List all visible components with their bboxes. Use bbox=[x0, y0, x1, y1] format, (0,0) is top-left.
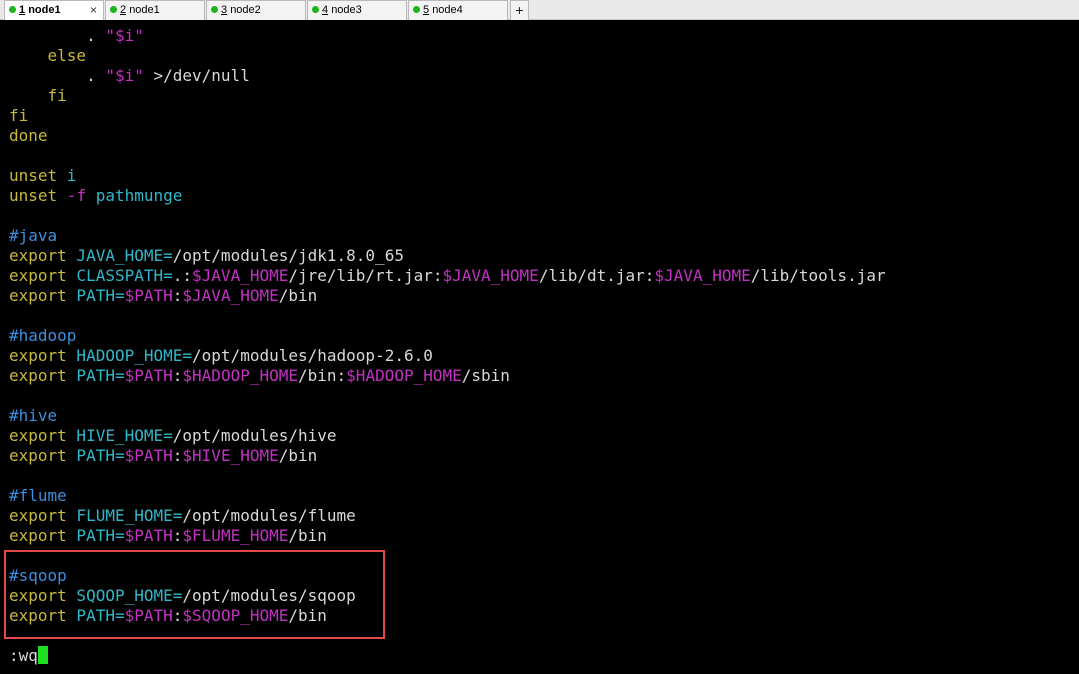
vim-command-line[interactable]: :wq bbox=[9, 646, 48, 666]
code-line: done bbox=[9, 126, 48, 145]
tab-label: 1 node1 bbox=[19, 4, 61, 16]
comment-hive: #hive bbox=[9, 406, 58, 425]
add-tab-button[interactable]: + bbox=[510, 0, 529, 20]
comment-flume: #flume bbox=[9, 486, 67, 505]
code-line: fi bbox=[9, 106, 29, 125]
comment-java: #java bbox=[9, 226, 58, 245]
tab-label: 3 node2 bbox=[221, 4, 261, 16]
code-line: export JAVA_HOME=/opt/modules/jdk1.8.0_6… bbox=[9, 246, 404, 265]
code-line: fi bbox=[9, 86, 67, 105]
code-line: . "$i" bbox=[9, 26, 144, 45]
code-line: export HADOOP_HOME=/opt/modules/hadoop-2… bbox=[9, 346, 433, 365]
connected-status-icon bbox=[110, 6, 117, 13]
connected-status-icon bbox=[9, 6, 16, 13]
tab-node2[interactable]: 3 node2 bbox=[206, 0, 306, 20]
text-cursor bbox=[37, 646, 48, 664]
code-line: export CLASSPATH=.:$JAVA_HOME/jre/lib/rt… bbox=[9, 266, 886, 285]
tab-node4[interactable]: 5 node4 bbox=[408, 0, 508, 20]
tab-label: 5 node4 bbox=[423, 4, 463, 16]
tab-node1-session-2[interactable]: 2 node1 bbox=[105, 0, 205, 20]
tab-label: 2 node1 bbox=[120, 4, 160, 16]
code-line: export PATH=$PATH:$FLUME_HOME/bin bbox=[9, 526, 327, 545]
close-tab-icon[interactable]: × bbox=[90, 1, 97, 19]
code-line: . "$i" >/dev/null bbox=[9, 66, 250, 85]
connected-status-icon bbox=[413, 6, 420, 13]
code-line: else bbox=[9, 46, 87, 65]
connected-status-icon bbox=[211, 6, 218, 13]
tab-node3[interactable]: 4 node3 bbox=[307, 0, 407, 20]
tab-label: 4 node3 bbox=[322, 4, 362, 16]
code-line: export HIVE_HOME=/opt/modules/hive bbox=[9, 426, 337, 445]
code-line: export PATH=$PATH:$JAVA_HOME/bin bbox=[9, 286, 318, 305]
code-line: unset i bbox=[9, 166, 77, 185]
code-line: export PATH=$PATH:$HADOOP_HOME/bin:$HADO… bbox=[9, 366, 510, 385]
tab-node1-session-1[interactable]: 1 node1 × bbox=[4, 0, 104, 20]
connected-status-icon bbox=[312, 6, 319, 13]
code-line: unset -f pathmunge bbox=[9, 186, 183, 205]
session-tab-bar: 1 node1 × 2 node1 3 node2 4 node3 5 node… bbox=[0, 0, 1079, 20]
code-line: export PATH=$PATH:$HIVE_HOME/bin bbox=[9, 446, 318, 465]
code-line: export FLUME_HOME=/opt/modules/flume bbox=[9, 506, 356, 525]
comment-hadoop: #hadoop bbox=[9, 326, 77, 345]
sqoop-highlight-box bbox=[4, 550, 385, 639]
